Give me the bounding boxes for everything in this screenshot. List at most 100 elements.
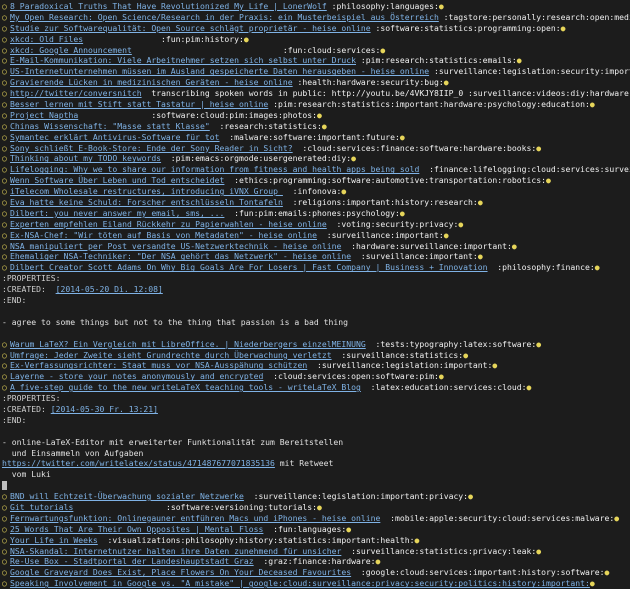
tag-list: :surveillance:important:: [351, 251, 478, 262]
bookmark-link[interactable]: Lifelogging: Why we to share our informa…: [10, 164, 419, 174]
bookmark-link[interactable]: Ex-Verfassungsrichter: Staat muss vor NS…: [10, 360, 307, 370]
end-marker-icon: ●: [589, 578, 595, 589]
bookmark-line: ○ NSA-Skandal: Internetnutzer halten ihr…: [0, 546, 630, 557]
bookmark-link[interactable]: NSA-Skandal: Internetnutzer halten ihre …: [10, 546, 341, 556]
bookmark-link[interactable]: Ex-NSA-Chef: "Wir töten auf Basis von Me…: [10, 230, 317, 240]
bookmark-link[interactable]: My Open Research: Open Science/Research …: [10, 12, 439, 22]
tag-list: :surveillance:legislation:security:impor…: [433, 66, 630, 77]
bookmark-link[interactable]: 25 Words That Are Their Own Opposites | …: [10, 524, 263, 534]
created-timestamp[interactable]: [2014-05-20 Di. 12:08]: [56, 284, 163, 294]
bookmark-line: ○ Umfrage: Jeder Zweite sieht Grundrecht…: [0, 350, 630, 361]
tag-list: :surveillance:statistics:privacy:leak:: [341, 545, 537, 556]
bookmark-link[interactable]: Besser lernen mit Stift statt Tastatur |…: [10, 99, 268, 109]
org-mode-editor[interactable]: ○ 8 Paradoxical Truths That Have Revolut…: [0, 0, 630, 588]
end-marker-icon: ●: [346, 523, 352, 534]
tag-list: :surveillance:legislation:important:: [307, 360, 493, 371]
end-marker-icon: ●: [536, 142, 542, 153]
bullet-icon: ○: [2, 349, 12, 360]
tag-list: :cloud:services:open:software:pim:: [263, 371, 439, 382]
bullet-icon: ○: [2, 338, 12, 349]
bookmark-link[interactable]: Wenn Software Über Leben und Tod entsche…: [10, 175, 224, 185]
end-marker-icon: ●: [380, 44, 386, 55]
bookmark-link[interactable]: Sony schließt E-Book-Store: Ende der Son…: [10, 143, 293, 153]
bullet-icon: ○: [2, 207, 12, 218]
bookmark-link[interactable]: Speaking Involvement in Google vs. "A mi…: [10, 578, 590, 588]
bullet-icon: ○: [2, 1, 12, 11]
tag-list: :fun:cloud:services:: [131, 44, 381, 55]
created-label: :CREATED:: [2, 284, 56, 295]
end-marker-icon: ●: [321, 120, 327, 131]
tag-list: :fun:languages:: [263, 523, 347, 534]
tweet-link[interactable]: https://twitter.com/writelatex/status/47…: [2, 458, 275, 468]
editor-line: vom Luki: [0, 469, 630, 480]
property-drawer-keyword: :PROPERTIES:: [2, 393, 61, 404]
bookmark-line: ○ Speaking Involvement in Google vs. "A …: [0, 578, 630, 589]
bookmark-link[interactable]: BND will Echtzeit-Überwachung sozialer N…: [10, 491, 244, 501]
bookmark-link[interactable]: Chinas Wissenschaft: "Masse statt Klasse…: [10, 121, 210, 131]
bookmark-link[interactable]: 8 Paradoxical Truths That Have Revolutio…: [10, 1, 327, 11]
tag-list: :latex:education:services:cloud:: [360, 382, 527, 393]
bullet-icon: ○: [2, 99, 12, 110]
note-text: vom Luki: [2, 469, 51, 480]
bookmark-line: ○ iTelecom Wholesale restructures, intro…: [0, 186, 630, 197]
bookmark-link[interactable]: Gravierende Lücken in medizinischen Gerä…: [10, 77, 293, 87]
bookmark-link[interactable]: E-Mail-Kommunikation: Viele Arbeitnehmer…: [10, 55, 356, 65]
end-marker-icon: ●: [341, 186, 347, 197]
bookmark-link[interactable]: Git tutorials: [10, 502, 73, 512]
end-marker-icon: ●: [492, 360, 498, 371]
end-marker-icon: ●: [463, 349, 469, 360]
end-marker-icon: ●: [399, 131, 405, 142]
bullet-icon: ○: [2, 77, 12, 88]
bookmark-link[interactable]: iTelecom Wholesale restructures, introdu…: [10, 186, 283, 196]
bookmark-link[interactable]: Warum LaTeX? Ein Vergleich mit LibreOffi…: [10, 339, 366, 349]
end-marker-icon: ●: [438, 371, 444, 382]
tag-list: :cloud:services:finance:software:hardwar…: [292, 142, 537, 153]
bookmark-line: ○ Sony schließt E-Book-Store: Ende der S…: [0, 143, 630, 154]
created-timestamp[interactable]: [2014-05-30 Fr. 13:21]: [51, 404, 158, 414]
bookmark-link[interactable]: xkcd: Google Announcement: [10, 45, 132, 55]
bullet-icon: ○: [2, 371, 12, 382]
editor-line: - online-LaTeX-Editor mit erweiterter Fu…: [0, 437, 630, 448]
bookmark-link[interactable]: xkcd: Old Files: [10, 34, 83, 44]
bookmark-link[interactable]: http://twitter/conversnitch: [10, 88, 142, 98]
bookmark-link[interactable]: Layerne - store your notes anonymously a…: [10, 371, 263, 381]
tag-list: transcribing spoken words in public: htt…: [141, 88, 630, 99]
tag-list: :graz:finance:hardware:: [253, 556, 376, 567]
tag-list: :pim:research:statistics:emails:: [355, 55, 517, 66]
tag-list: :malware:software:important:future:: [219, 131, 400, 142]
bookmark-link[interactable]: Project Naptha: [10, 110, 78, 120]
bookmark-link[interactable]: Experten empfehlen Eiland Rückkehr zu Pa…: [10, 219, 327, 229]
bookmark-line: ○ Studie zur Softwarequalität: Open Sour…: [0, 23, 630, 34]
bookmark-link[interactable]: NSA manipuliert per Post versandte US-Ne…: [10, 241, 341, 251]
bookmark-link[interactable]: Studie zur Softwarequalität: Open Source…: [10, 23, 371, 33]
bookmark-link[interactable]: Dilbert Creator Scott Adams On Why Big G…: [10, 262, 488, 272]
bookmark-link[interactable]: Dilbert: you never answer my email, sms,…: [10, 208, 224, 218]
end-marker-icon: ●: [526, 382, 532, 393]
bookmark-link[interactable]: Umfrage: Jeder Zweite sieht Grundrechte …: [10, 350, 332, 360]
bullet-icon: ○: [2, 382, 12, 393]
bookmark-line: ○ Wenn Software Über Leben und Tod entsc…: [0, 175, 630, 186]
bookmark-link[interactable]: Eva hatte keine Schuld: Forscher entschl…: [10, 197, 283, 207]
bookmark-link[interactable]: Fernwartungsfunktion: Onlinegauner entfü…: [10, 513, 380, 523]
bookmark-link[interactable]: Symantec erklärt Antivirus-Software für …: [10, 132, 220, 142]
editor-line: :PROPERTIES:: [0, 273, 630, 284]
bookmark-link[interactable]: Thinking about my TODO keywords: [10, 153, 161, 163]
bookmark-link[interactable]: A five-step guide to the new writeLaTeX …: [10, 382, 361, 392]
bookmark-link[interactable]: Ehemaliger NSA-Techniker: "Der NSA gehör…: [10, 251, 351, 261]
editor-line: [0, 480, 630, 491]
tag-list: :ethics:programming:software:automotive:…: [224, 175, 547, 186]
bookmark-link[interactable]: US-Internetunternehmen müssen im Ausland…: [10, 66, 429, 76]
bullet-icon: ○: [2, 240, 12, 251]
tag-list: :surveillance:important:: [317, 229, 444, 240]
bullet-icon: ○: [2, 11, 12, 22]
bookmark-link[interactable]: Re-Use Box - Stadtportal der Landeshaupt…: [10, 556, 254, 566]
bullet-icon: ○: [2, 229, 12, 240]
bullet-icon: ○: [2, 218, 12, 229]
bookmark-line: ○ A five-step guide to the new writeLaTe…: [0, 382, 630, 393]
bookmark-line: ○ E-Mail-Kommunikation: Viele Arbeitnehm…: [0, 55, 630, 66]
bookmark-link[interactable]: Google Graveyard Does Exist, Place Flowe…: [10, 567, 351, 577]
bookmark-line: ○ Ex-Verfassungsrichter: Staat muss vor …: [0, 360, 630, 371]
bookmark-link[interactable]: Your Life in Weeks: [10, 535, 98, 545]
bullet-icon: ○: [2, 534, 12, 545]
end-marker-icon: ●: [536, 338, 542, 349]
